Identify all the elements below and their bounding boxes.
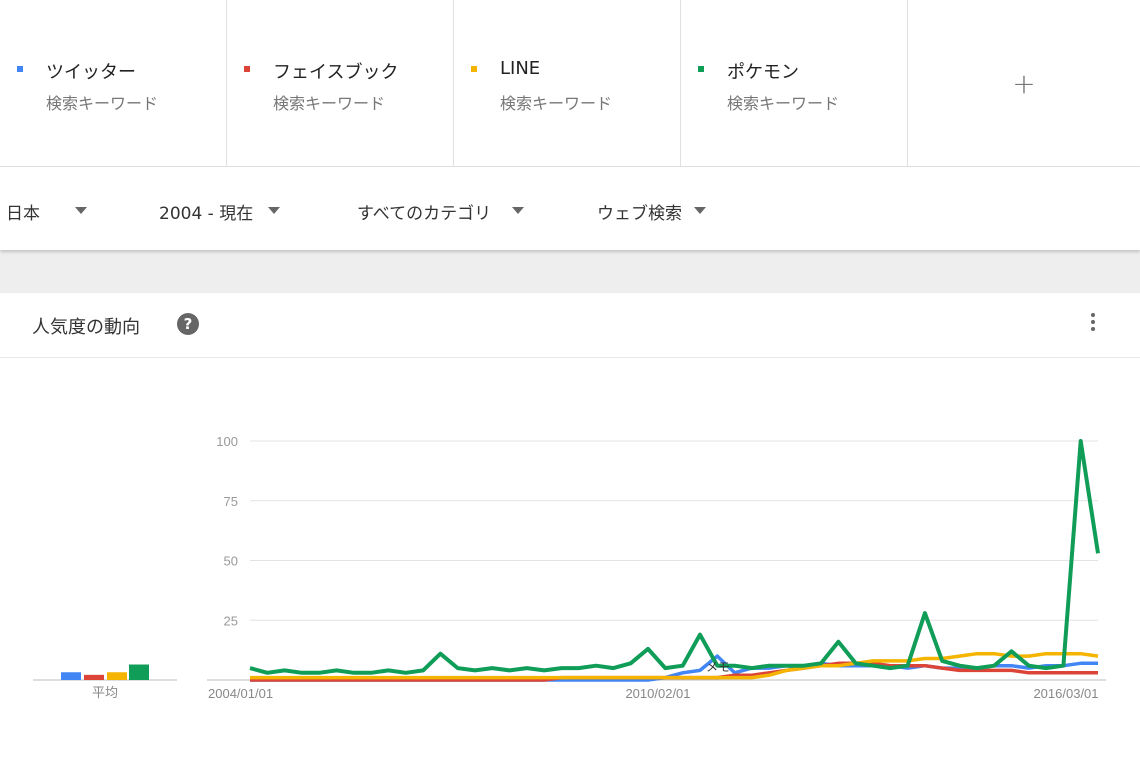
- card-header: 人気度の動向 ?: [0, 293, 1140, 358]
- term-type-label: 検索キーワード: [727, 94, 840, 113]
- term-color-dot: [698, 66, 704, 72]
- term-color-dot: [244, 66, 250, 72]
- chevron-down-icon[interactable]: [694, 207, 706, 214]
- annotation-marker: メモ: [706, 660, 730, 674]
- search-type-select[interactable]: ウェブ検索: [597, 199, 682, 224]
- x-tick-label: 2004/01/01: [208, 686, 273, 701]
- average-bar-2: [84, 674, 104, 680]
- help-icon[interactable]: ?: [177, 313, 199, 335]
- region-select[interactable]: 日本: [6, 199, 40, 224]
- term-name: フェイスブック: [273, 62, 399, 83]
- term-type-label: 検索キーワード: [500, 94, 613, 113]
- term-name: ポケモン: [727, 62, 799, 83]
- term-card-facebook[interactable]: フェイスブック 検索キーワード: [227, 0, 454, 166]
- term-type-label: 検索キーワード: [46, 94, 159, 113]
- chevron-down-icon[interactable]: [268, 207, 280, 214]
- card-title: 人気度の動向: [32, 317, 140, 338]
- period-select[interactable]: 2004 - 現在: [159, 199, 253, 224]
- trend-chart: 25 50 75 100 2004/01/01 2010/02/01 2016/03/01 メ…: [33, 434, 1106, 701]
- term-card-twitter[interactable]: ツイッター 検索キーワード: [0, 0, 227, 166]
- y-tick-label: 75: [224, 494, 238, 509]
- add-term-button[interactable]: +: [908, 0, 1140, 166]
- y-tick-label: 25: [224, 613, 238, 628]
- term-card-line[interactable]: LINE 検索キーワード: [454, 0, 681, 166]
- average-bar-1: [61, 672, 81, 680]
- more-options-icon[interactable]: [1085, 313, 1101, 337]
- chevron-down-icon[interactable]: [512, 207, 524, 214]
- plus-icon: +: [1012, 66, 1036, 100]
- series-line-4: [249, 439, 1100, 675]
- term-card-pokemon[interactable]: ポケモン 検索キーワード: [681, 0, 908, 166]
- term-name: LINE: [500, 58, 541, 79]
- y-tick-label: 100: [216, 434, 238, 449]
- interest-over-time-card: 人気度の動向 ? 25 50 75 100 2004/01/01 2010/02/01 20…: [0, 293, 1140, 772]
- term-name: ツイッター: [46, 62, 136, 83]
- chevron-down-icon[interactable]: [75, 207, 87, 214]
- y-tick-label: 50: [224, 554, 238, 569]
- x-tick-label: 2010/02/01: [625, 686, 690, 701]
- search-terms-bar: ツイッター 検索キーワード フェイスブック 検索キーワード LINE 検索キーワ…: [0, 0, 1140, 167]
- term-color-dot: [471, 66, 477, 72]
- average-label: 平均: [92, 685, 118, 700]
- filter-bar: 日本 2004 - 現在 すべてのカテゴリ ウェブ検索: [0, 167, 1140, 250]
- term-color-dot: [17, 66, 23, 72]
- x-tick-label: 2016/03/01: [1033, 686, 1098, 701]
- average-bar-3: [107, 672, 127, 680]
- term-type-label: 検索キーワード: [273, 94, 386, 113]
- average-bar-4: [129, 664, 149, 680]
- category-select[interactable]: すべてのカテゴリ: [357, 199, 491, 224]
